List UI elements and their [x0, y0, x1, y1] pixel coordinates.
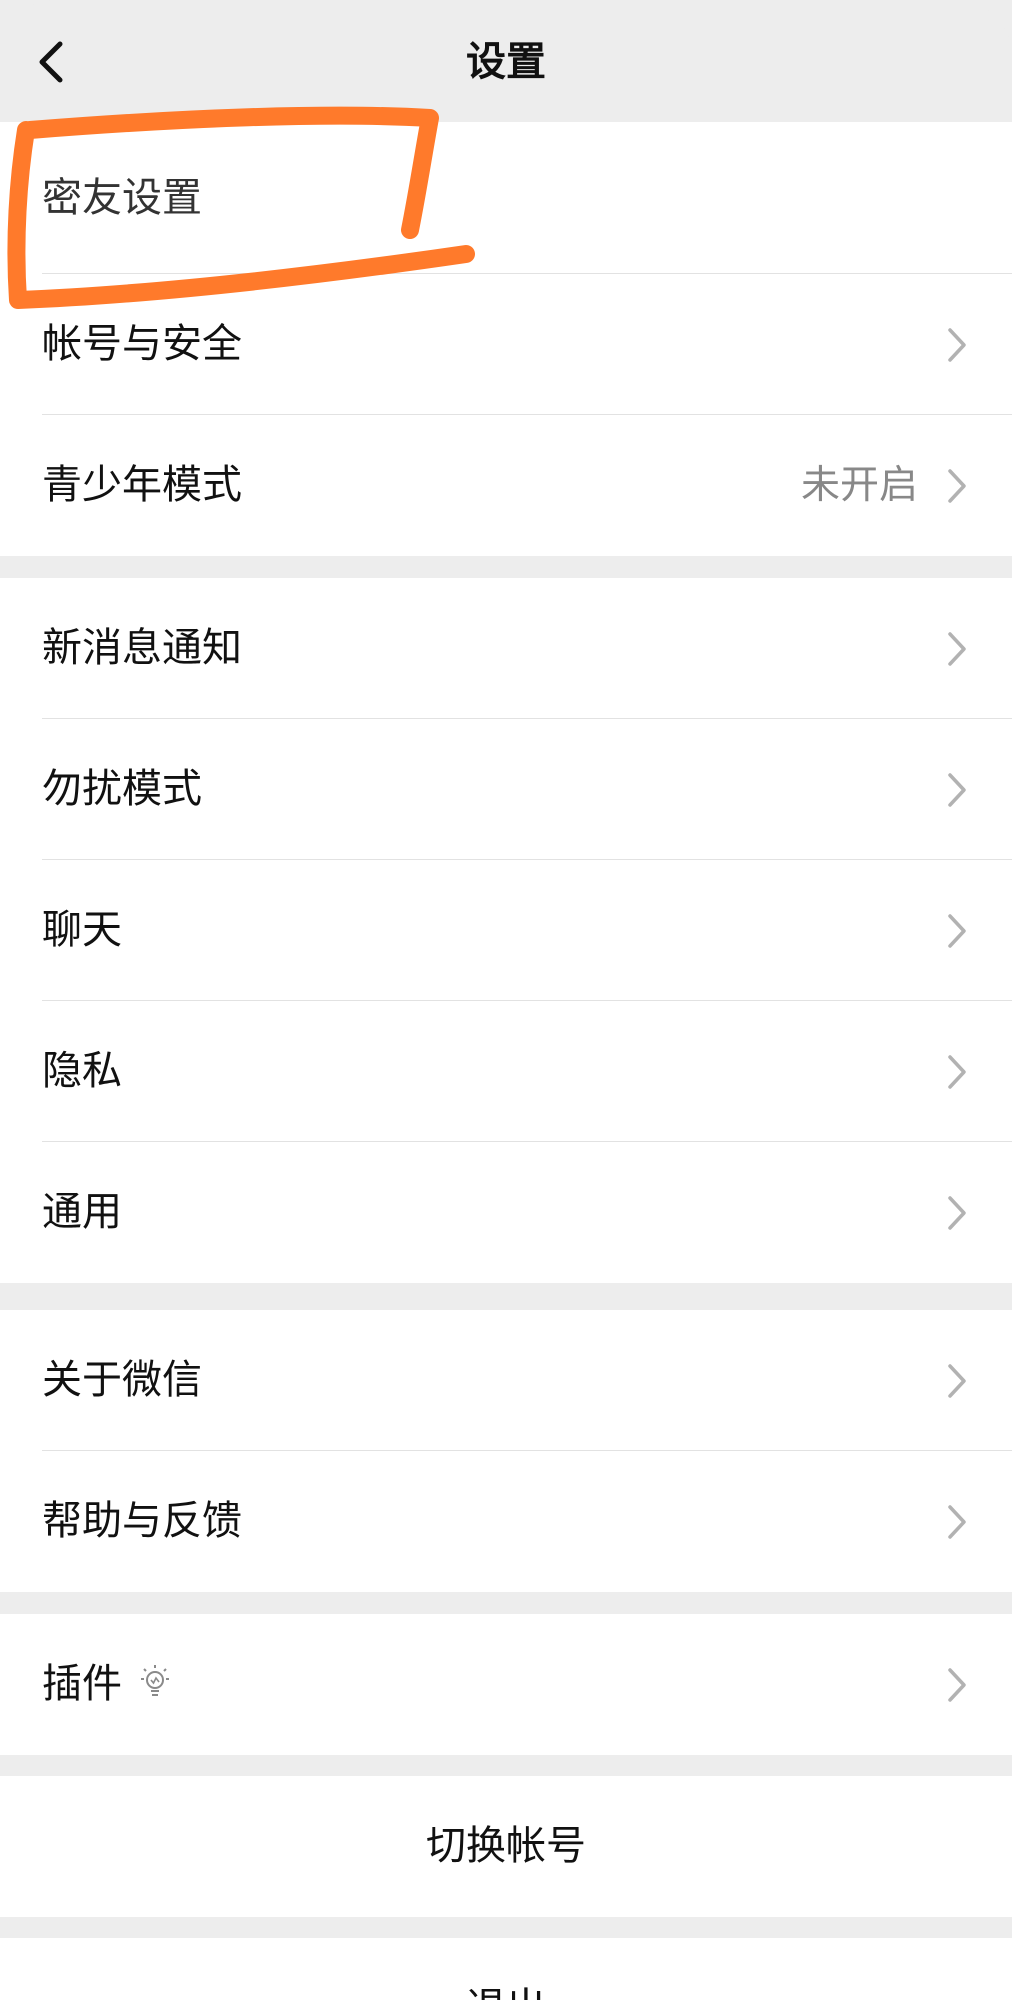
settings-item-notifications[interactable]: 新消息通知 [0, 578, 1012, 719]
settings-item-privacy[interactable]: 隐私 [0, 1001, 1012, 1142]
chevron-right-icon [948, 328, 966, 362]
settings-item-close-friends[interactable]: 密友设置 [0, 122, 1012, 274]
chevron-right-icon [948, 632, 966, 666]
settings-group-about: 关于微信 帮助与反馈 [0, 1310, 1012, 1592]
chevron-right-icon [948, 914, 966, 948]
settings-item-youth-mode[interactable]: 青少年模式 未开启 [0, 415, 1012, 556]
settings-item-help-feedback[interactable]: 帮助与反馈 [0, 1451, 1012, 1592]
youth-mode-status: 未开启 [800, 463, 918, 508]
chevron-right-icon [948, 1364, 966, 1398]
settings-group-plugins: 插件 [0, 1614, 1012, 1755]
page-title: 设置 [466, 39, 546, 85]
logout-section: 退出 [0, 1938, 1012, 2000]
chevron-right-icon [948, 1055, 966, 1089]
plugins-label: 插件 [42, 1661, 122, 1707]
settings-item-label: 新消息通知 [42, 625, 242, 671]
logout-label: 退出 [0, 1938, 1012, 2000]
switch-account-section: 切换帐号 [0, 1776, 1012, 1917]
settings-item-label: 勿扰模式 [42, 766, 202, 812]
chevron-right-icon [948, 773, 966, 807]
switch-account-button[interactable]: 切换帐号 [0, 1776, 1012, 1917]
settings-item-label: 青少年模式 [42, 462, 242, 508]
settings-item-plugins[interactable]: 插件 [0, 1614, 1012, 1755]
chevron-right-icon [948, 1505, 966, 1539]
lightbulb-icon [141, 1665, 169, 1696]
settings-screen: 设置 密友设置 帐号与安全 青少年模式 未开启 新消息通知 勿扰模式 聊天 隐私… [0, 0, 1012, 2000]
chevron-right-icon [948, 1196, 966, 1230]
settings-group-general: 新消息通知 勿扰模式 聊天 隐私 通用 [0, 578, 1012, 1283]
settings-group-account: 密友设置 帐号与安全 青少年模式 未开启 [0, 122, 1012, 556]
settings-item-do-not-disturb[interactable]: 勿扰模式 [0, 719, 1012, 860]
logout-button[interactable]: 退出 [0, 1938, 1012, 2000]
settings-item-chat[interactable]: 聊天 [0, 860, 1012, 1001]
settings-item-general[interactable]: 通用 [0, 1142, 1012, 1283]
settings-item-account-security[interactable]: 帐号与安全 [0, 274, 1012, 415]
chevron-right-icon [948, 469, 966, 503]
settings-item-label: 聊天 [42, 907, 122, 953]
settings-item-label: 隐私 [42, 1048, 122, 1094]
navigation-bar: 设置 [0, 0, 1012, 122]
settings-item-label: 通用 [42, 1189, 122, 1235]
settings-item-label: 帐号与安全 [42, 321, 242, 367]
chevron-right-icon [948, 1668, 966, 1702]
settings-item-about-wechat[interactable]: 关于微信 [0, 1310, 1012, 1451]
switch-account-label: 切换帐号 [426, 1823, 586, 1869]
settings-item-label: 密友设置 [42, 175, 202, 221]
settings-item-label: 关于微信 [42, 1357, 202, 1403]
settings-item-label: 帮助与反馈 [42, 1498, 242, 1544]
settings-item-label: 插件 [42, 1614, 170, 1755]
